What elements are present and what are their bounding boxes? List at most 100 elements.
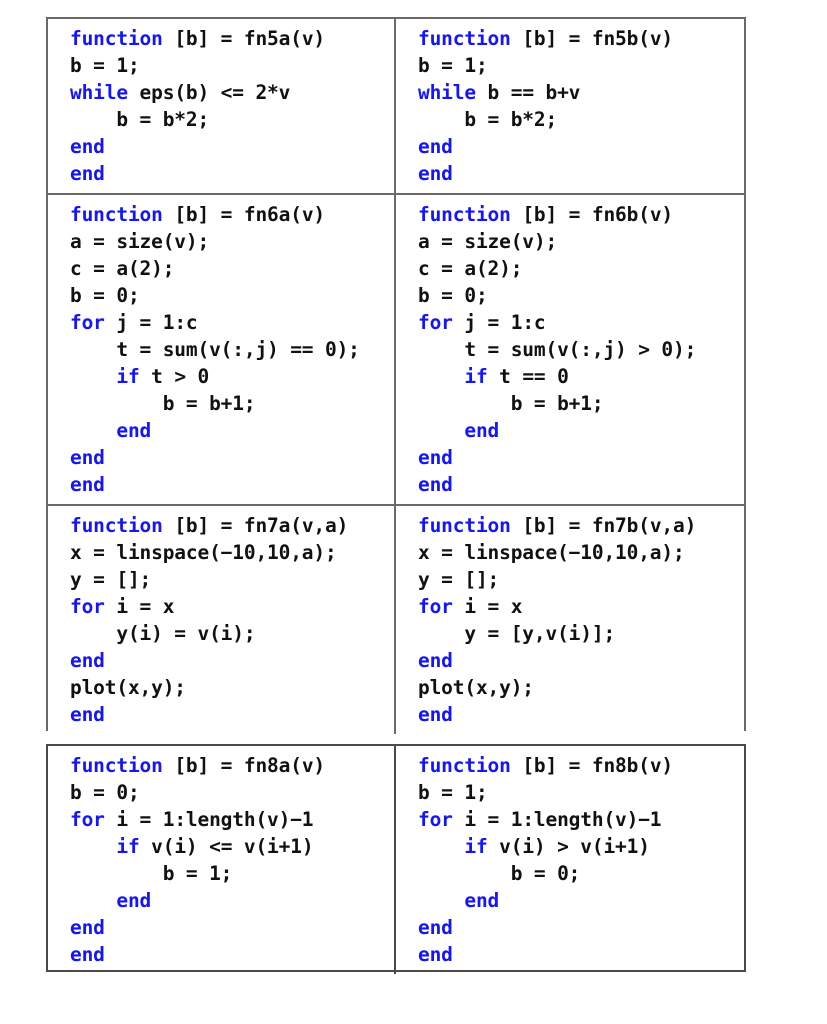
code-token: i = x — [104, 595, 175, 618]
keyword-token: end — [418, 943, 453, 966]
code-token: b = 1; — [70, 862, 233, 885]
keyword-token: end — [70, 473, 105, 496]
code-line: end — [70, 701, 394, 728]
code-line: end — [70, 417, 394, 444]
keyword-token: while — [418, 81, 476, 104]
code-line: end — [418, 941, 744, 968]
keyword-token: function — [418, 27, 511, 50]
keyword-token: function — [70, 203, 163, 226]
code-line: while b == b+v — [418, 79, 744, 106]
keyword-token: for — [418, 595, 453, 618]
code-block-fn5a: function [b] = fn5a(v) b = 1; while eps(b)… — [48, 25, 394, 187]
code-line: plot(x,y); — [70, 674, 394, 701]
code-line: while eps(b) <= 2*v — [70, 79, 394, 106]
code-line: end — [418, 701, 744, 728]
code-line: function [b] = fn6a(v) — [70, 201, 394, 228]
keyword-token: for — [70, 595, 105, 618]
code-token: c = a(2); — [70, 257, 175, 280]
code-token: eps(b) <= 2*v — [127, 81, 291, 104]
code-line: b = 1; — [418, 779, 744, 806]
code-line: for i = x — [418, 593, 744, 620]
code-line: function [b] = fn5a(v) — [70, 25, 394, 52]
keyword-token: end — [70, 649, 105, 672]
table-row: function [b] = fn7a(v,a) x = linspace(−10… — [48, 504, 744, 734]
code-line: function [b] = fn8b(v) — [418, 752, 744, 779]
code-token: y = []; — [70, 568, 152, 591]
code-token: [b] = fn5b(v) — [510, 27, 673, 50]
code-token: b = 1; — [418, 781, 488, 804]
code-line: end — [418, 444, 744, 471]
code-token: b = 1; — [70, 54, 140, 77]
code-token: b = b*2; — [70, 108, 210, 131]
code-token: [b] = fn8a(v) — [162, 754, 325, 777]
code-line: for j = 1:c — [418, 309, 744, 336]
table-row: function [b] = fn5a(v) b = 1; while eps(b)… — [48, 19, 744, 193]
code-line: t = sum(v(:,j) > 0); — [418, 336, 744, 363]
code-line: a = size(v); — [70, 228, 394, 255]
code-line: y = []; — [418, 566, 744, 593]
code-line: b = b+1; — [70, 390, 394, 417]
code-listing-page: function [b] = fn5a(v) b = 1; while eps(b)… — [0, 0, 827, 1024]
code-token: b = 0; — [418, 284, 488, 307]
code-line: function [b] = fn7b(v,a) — [418, 512, 744, 539]
code-line: end — [418, 887, 744, 914]
code-line: for i = 1:length(v)−1 — [418, 806, 744, 833]
code-line: b = 0; — [70, 779, 394, 806]
code-line: t = sum(v(:,j) == 0); — [70, 336, 394, 363]
code-token: b = 0; — [70, 284, 140, 307]
keyword-token: end — [418, 446, 453, 469]
code-block-fn7a: function [b] = fn7a(v,a) x = linspace(−10… — [48, 512, 394, 728]
keyword-token: end — [464, 419, 500, 442]
code-token: v(i) <= v(i+1) — [139, 835, 314, 858]
code-token: [b] = fn6b(v) — [510, 203, 673, 226]
keyword-token: end — [70, 703, 105, 726]
code-line: end — [418, 471, 744, 498]
keyword-token: end — [116, 889, 152, 912]
code-line: plot(x,y); — [418, 674, 744, 701]
keyword-token: function — [418, 754, 511, 777]
code-cell-fn5a: function [b] = fn5a(v) b = 1; while eps(b)… — [48, 19, 396, 193]
code-cell-fn7b: function [b] = fn7b(v,a) x = linspace(−10… — [396, 506, 744, 734]
code-cell-fn6b: function [b] = fn6b(v) a = size(v); c = a(… — [396, 195, 744, 504]
code-block-fn8a: function [b] = fn8a(v) b = 0; for i = 1:le… — [48, 752, 394, 968]
keyword-token: end — [70, 916, 105, 939]
code-token: [b] = fn5a(v) — [162, 27, 325, 50]
code-token: x = linspace(−10,10,a); — [418, 541, 685, 564]
code-line: x = linspace(−10,10,a); — [70, 539, 394, 566]
code-line: for i = 1:length(v)−1 — [70, 806, 394, 833]
code-token: j = 1:c — [104, 311, 198, 334]
code-line: b = 1; — [70, 52, 394, 79]
code-token: b = b*2; — [418, 108, 558, 131]
code-line: end — [70, 887, 394, 914]
code-cell-fn8a: function [b] = fn8a(v) b = 0; for i = 1:le… — [48, 746, 396, 974]
code-token: t = sum(v(:,j) == 0); — [70, 338, 360, 361]
code-line: end — [418, 914, 744, 941]
keyword-token: while — [70, 81, 128, 104]
code-cell-fn8b: function [b] = fn8b(v) b = 1; for i = 1:le… — [396, 746, 744, 974]
code-token: [b] = fn7a(v,a) — [162, 514, 349, 537]
code-line: b = 0; — [70, 282, 394, 309]
code-line: b = 0; — [418, 860, 744, 887]
code-token: a = size(v); — [70, 230, 210, 253]
keyword-token: end — [418, 162, 453, 185]
code-line: b = 1; — [70, 860, 394, 887]
code-line: function [b] = fn7a(v,a) — [70, 512, 394, 539]
code-line: b = b*2; — [70, 106, 394, 133]
code-table-upper: function [b] = fn5a(v) b = 1; while eps(b)… — [46, 17, 746, 734]
code-token: a = size(v); — [418, 230, 558, 253]
code-block-fn5b: function [b] = fn5b(v) b = 1; while b == b… — [396, 25, 744, 187]
code-token: v(i) > v(i+1) — [487, 835, 650, 858]
code-block-fn6b: function [b] = fn6b(v) a = size(v); c = a(… — [396, 201, 744, 498]
keyword-token: for — [70, 808, 105, 831]
code-line: end — [418, 417, 744, 444]
code-line: b = 1; — [418, 52, 744, 79]
code-token: t > 0 — [139, 365, 210, 388]
code-line: end — [418, 133, 744, 160]
code-token: b = b+1; — [70, 392, 256, 415]
code-line: end — [418, 647, 744, 674]
keyword-token: end — [418, 649, 453, 672]
